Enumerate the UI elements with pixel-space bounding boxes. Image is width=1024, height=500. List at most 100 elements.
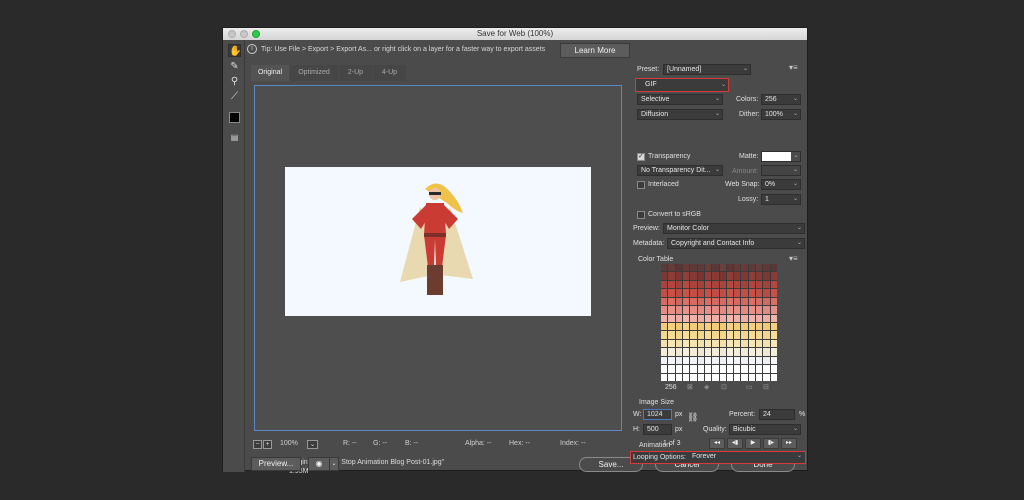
color-swatch[interactable] (661, 322, 668, 331)
color-swatch[interactable] (756, 314, 763, 322)
color-swatch[interactable] (719, 373, 726, 381)
color-swatch[interactable] (675, 356, 682, 365)
color-swatch[interactable] (675, 373, 682, 381)
color-swatch[interactable] (682, 297, 690, 306)
hand-tool-icon[interactable]: ✋ (228, 44, 241, 57)
color-swatch[interactable] (726, 348, 734, 356)
tab-2-up[interactable]: 2-Up (339, 65, 372, 81)
color-swatch[interactable] (690, 289, 697, 297)
color-swatch[interactable] (704, 373, 712, 381)
color-swatch[interactable] (682, 339, 690, 348)
lock-color-icon[interactable]: ⊡ (721, 383, 727, 391)
color-swatch[interactable] (748, 373, 756, 381)
matte-dropdown[interactable]: ⌄ (761, 151, 801, 162)
web-shift-icon[interactable]: ◈ (704, 383, 709, 391)
color-swatch[interactable] (704, 264, 712, 272)
new-color-icon[interactable]: ▭ (746, 383, 753, 391)
color-swatch[interactable] (756, 297, 763, 306)
color-swatch[interactable] (734, 356, 741, 365)
color-swatch[interactable] (756, 322, 763, 331)
color-swatch[interactable] (770, 348, 777, 356)
color-swatch[interactable] (697, 280, 704, 289)
color-swatch[interactable] (675, 272, 682, 280)
eyedropper-tool-icon[interactable]: ⟋ (228, 90, 241, 103)
color-swatch[interactable] (712, 331, 719, 339)
color-swatch[interactable] (748, 348, 756, 356)
color-swatch[interactable] (741, 373, 748, 381)
color-swatch[interactable] (682, 373, 690, 381)
color-swatch[interactable] (668, 289, 675, 297)
color-swatch[interactable] (690, 331, 697, 339)
color-swatch[interactable] (675, 289, 682, 297)
color-swatch[interactable] (734, 314, 741, 322)
colors-dropdown[interactable]: 256 ⌄ (761, 94, 801, 105)
transparency-checkbox[interactable] (637, 152, 645, 161)
color-swatch[interactable] (770, 272, 777, 280)
color-swatch[interactable] (704, 348, 712, 356)
color-swatch[interactable] (668, 373, 675, 381)
delete-color-icon[interactable]: ⊟ (763, 383, 769, 391)
color-swatch[interactable] (719, 297, 726, 306)
color-swatch[interactable] (763, 306, 770, 314)
color-swatch[interactable] (712, 339, 719, 348)
color-swatch[interactable] (712, 373, 719, 381)
color-swatch[interactable] (712, 289, 719, 297)
color-swatch[interactable] (675, 264, 682, 272)
color-swatch[interactable] (697, 365, 704, 373)
color-swatch[interactable] (756, 272, 763, 280)
color-swatch[interactable] (704, 339, 712, 348)
color-swatch[interactable] (734, 297, 741, 306)
color-swatch[interactable] (661, 280, 668, 289)
color-swatch[interactable] (748, 365, 756, 373)
color-swatch[interactable] (690, 272, 697, 280)
color-swatch[interactable] (748, 339, 756, 348)
color-swatch[interactable] (682, 306, 690, 314)
color-swatch[interactable] (734, 289, 741, 297)
color-swatch[interactable] (719, 289, 726, 297)
last-frame-button[interactable]: ▸▸ (781, 438, 797, 449)
color-swatch[interactable] (770, 314, 777, 322)
color-swatch[interactable] (734, 348, 741, 356)
format-dropdown[interactable]: GIF ⌄ (635, 78, 729, 92)
color-swatch[interactable] (770, 322, 777, 331)
color-swatch[interactable] (661, 314, 668, 322)
browser-preview-icon[interactable]: ◉ (308, 457, 330, 471)
convert-srgb-checkbox[interactable] (637, 211, 645, 219)
learn-more-button[interactable]: Learn More (560, 43, 630, 58)
color-swatch[interactable] (763, 373, 770, 381)
color-swatch[interactable] (726, 297, 734, 306)
color-swatch[interactable] (741, 348, 748, 356)
color-swatch[interactable] (690, 264, 697, 272)
color-swatch[interactable] (770, 373, 777, 381)
color-swatch[interactable] (682, 356, 690, 365)
color-swatch[interactable] (741, 331, 748, 339)
color-swatch[interactable] (770, 264, 777, 272)
color-swatch[interactable] (668, 272, 675, 280)
color-swatch[interactable] (668, 314, 675, 322)
color-swatch[interactable] (763, 264, 770, 272)
color-swatch[interactable] (682, 365, 690, 373)
slice-select-tool-icon[interactable]: ✎ (228, 60, 241, 73)
color-swatch[interactable] (726, 373, 734, 381)
color-swatch[interactable] (712, 272, 719, 280)
color-swatch[interactable] (763, 280, 770, 289)
dither-amount-field[interactable]: 100% ⌄ (761, 109, 801, 120)
color-swatch[interactable] (668, 264, 675, 272)
color-swatch[interactable] (719, 331, 726, 339)
color-swatch[interactable] (682, 272, 690, 280)
color-swatch[interactable] (726, 272, 734, 280)
settings-menu-icon[interactable]: ▾≡ (789, 63, 798, 72)
zoom-window-button[interactable] (252, 30, 260, 38)
color-swatch[interactable] (712, 306, 719, 314)
color-swatch[interactable] (770, 365, 777, 373)
tab-optimized[interactable]: Optimized (290, 65, 338, 81)
color-swatch[interactable] (734, 365, 741, 373)
color-swatch[interactable] (741, 289, 748, 297)
color-swatch[interactable] (697, 306, 704, 314)
color-swatch[interactable] (741, 365, 748, 373)
color-swatch[interactable] (756, 348, 763, 356)
color-swatch[interactable] (748, 306, 756, 314)
color-swatch[interactable] (719, 339, 726, 348)
color-swatch[interactable] (719, 264, 726, 272)
color-swatch[interactable] (763, 322, 770, 331)
